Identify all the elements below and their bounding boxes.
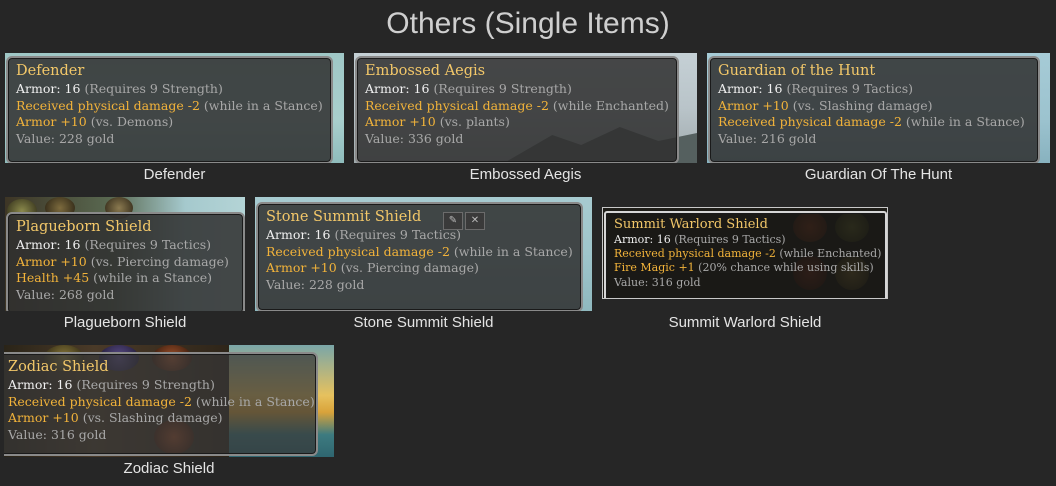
- item-card-defender[interactable]: Defender Armor: 16 (Requires 9 Strength)…: [5, 53, 344, 190]
- item-screenshot: Guardian of the Hunt Armor: 16 (Requires…: [707, 53, 1050, 163]
- value-line: Value: 336 gold: [365, 130, 464, 146]
- item-card-stone-summit-shield[interactable]: Stone Summit Shield Armor: 16 (Requires …: [255, 197, 592, 335]
- item-card-zodiac-shield[interactable]: Zodiac Shield Armor: 16 (Requires 9 Stre…: [4, 345, 334, 483]
- armor-line: Armor: 16 (Requires 9 Strength): [365, 81, 572, 96]
- item-caption: Defender: [143, 166, 206, 183]
- modifier-line: Received physical damage -2 (while in a …: [16, 97, 323, 113]
- modifier-line: Armor +10 (vs. Demons): [16, 114, 174, 130]
- item-name: Plagueborn Shield: [16, 219, 152, 235]
- armor-line: Armor: 16 (Requires 9 Tactics): [16, 237, 211, 252]
- value-line: Value: 228 gold: [16, 130, 115, 146]
- modifier-line: Received physical damage -2 (while Encha…: [365, 97, 669, 113]
- item-name: Summit Warlord Shield: [614, 217, 768, 232]
- page-title: Others (Single Items): [386, 7, 670, 40]
- item-caption: Zodiac Shield: [123, 460, 215, 477]
- modifier-line: Health +45 (while in a Stance): [16, 270, 212, 286]
- value-line: Value: 316 gold: [614, 275, 701, 289]
- item-tooltip: Embossed Aegis Armor: 16 (Requires 9 Str…: [355, 56, 679, 163]
- modifier-line: Armor +10 (vs. plants): [365, 114, 510, 130]
- item-screenshot: Zodiac Shield Armor: 16 (Requires 9 Stre…: [4, 345, 334, 457]
- item-caption: Summit Warlord Shield: [668, 314, 822, 331]
- item-tooltip: Guardian of the Hunt Armor: 16 (Requires…: [708, 56, 1040, 163]
- item-name: Zodiac Shield: [8, 359, 109, 375]
- item-screenshot: Defender Armor: 16 (Requires 9 Strength)…: [5, 53, 344, 163]
- item-name: Embossed Aegis: [365, 63, 486, 79]
- item-caption: Stone Summit Shield: [353, 314, 494, 331]
- modifier-line: Received physical damage -2 (while in a …: [8, 393, 315, 409]
- item-card-embossed-aegis[interactable]: Embossed Aegis Armor: 16 (Requires 9 Str…: [354, 53, 697, 190]
- modifier-line: Received physical damage -2 (while in a …: [718, 114, 1025, 130]
- item-tooltip: Stone Summit Shield Armor: 16 (Requires …: [256, 202, 583, 311]
- modifier-line: Armor +10 (vs. Slashing damage): [718, 97, 933, 113]
- pin-icon[interactable]: ✎: [443, 212, 463, 230]
- item-name: Defender: [16, 63, 85, 79]
- item-screenshot: Embossed Aegis Armor: 16 (Requires 9 Str…: [354, 53, 697, 163]
- item-tooltip: Summit Warlord Shield Armor: 16 (Require…: [604, 211, 887, 298]
- item-card-plagueborn-shield[interactable]: Plagueborn Shield Armor: 16 (Requires 9 …: [5, 197, 245, 335]
- item-caption: Plagueborn Shield: [63, 314, 187, 331]
- item-card-summit-warlord-shield[interactable]: Summit Warlord Shield Armor: 16 (Require…: [602, 207, 888, 335]
- item-screenshot: Stone Summit Shield Armor: 16 (Requires …: [255, 197, 592, 311]
- item-tooltip: Zodiac Shield Armor: 16 (Requires 9 Stre…: [4, 352, 318, 456]
- item-card-guardian-of-the-hunt[interactable]: Guardian of the Hunt Armor: 16 (Requires…: [707, 53, 1050, 190]
- armor-line: Armor: 16 (Requires 9 Tactics): [614, 233, 786, 246]
- armor-line: Armor: 16 (Requires 9 Strength): [8, 377, 215, 392]
- modifier-line: Armor +10 (vs. Slashing damage): [8, 410, 223, 426]
- item-tooltip: Plagueborn Shield Armor: 16 (Requires 9 …: [6, 212, 245, 311]
- item-caption: Guardian Of The Hunt: [804, 166, 953, 183]
- tooltip-controls: ✎ ✕: [443, 212, 485, 230]
- value-line: Value: 216 gold: [718, 130, 817, 146]
- value-line: Value: 316 gold: [8, 426, 107, 442]
- modifier-line: Fire Magic +1 (20% chance while using sk…: [614, 261, 874, 275]
- item-caption: Embossed Aegis: [469, 166, 582, 183]
- armor-line: Armor: 16 (Requires 9 Tactics): [266, 227, 461, 242]
- item-name: Stone Summit Shield: [266, 209, 422, 225]
- value-line: Value: 228 gold: [266, 276, 365, 292]
- modifier-line: Armor +10 (vs. Piercing damage): [266, 260, 479, 276]
- modifier-line: Received physical damage -2 (while Encha…: [614, 247, 882, 261]
- armor-line: Armor: 16 (Requires 9 Strength): [16, 81, 223, 96]
- item-name: Guardian of the Hunt: [718, 63, 876, 79]
- armor-line: Armor: 16 (Requires 9 Tactics): [718, 81, 913, 96]
- close-icon[interactable]: ✕: [465, 212, 485, 230]
- item-screenshot: Summit Warlord Shield Armor: 16 (Require…: [602, 207, 888, 299]
- item-tooltip: Defender Armor: 16 (Requires 9 Strength)…: [6, 56, 333, 163]
- modifier-line: Armor +10 (vs. Piercing damage): [16, 253, 229, 269]
- item-screenshot: Plagueborn Shield Armor: 16 (Requires 9 …: [5, 197, 245, 311]
- modifier-line: Received physical damage -2 (while in a …: [266, 243, 573, 259]
- value-line: Value: 268 gold: [16, 286, 115, 302]
